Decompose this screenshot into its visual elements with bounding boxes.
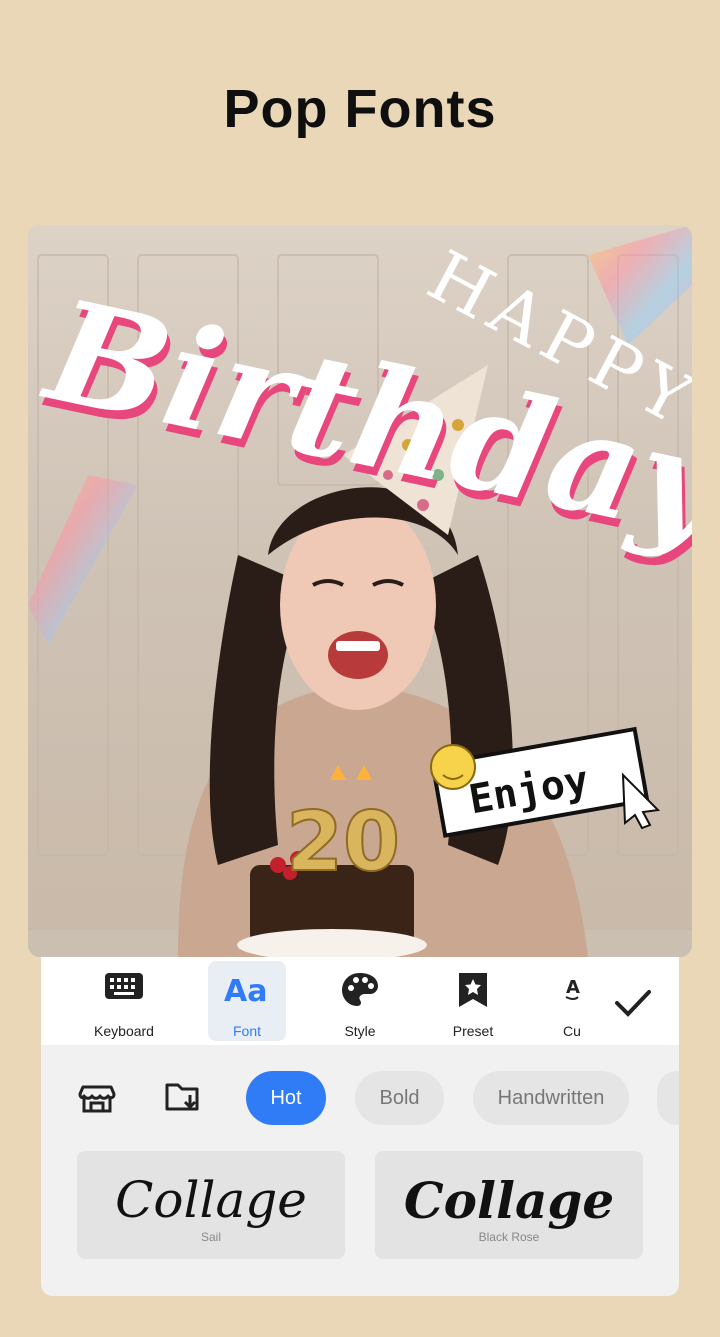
font-name: Sail	[200, 1230, 221, 1244]
font-name: Black Rose	[478, 1230, 540, 1244]
font-sample: Collage	[115, 1171, 307, 1229]
store-icon	[78, 1085, 116, 1113]
photo-canvas[interactable]: HAPPY Birthday Birthday 20 Enjoy	[28, 225, 692, 957]
star-bookmark-icon	[459, 973, 487, 1007]
chip-bold[interactable]: Bold	[355, 1071, 444, 1125]
tool-curve-label: Cu	[563, 1023, 581, 1039]
tool-style-label: Style	[344, 1023, 376, 1039]
confirm-button[interactable]	[609, 979, 657, 1027]
page-headline: Pop Fonts	[223, 79, 497, 139]
tool-font-label: Font	[232, 1023, 261, 1039]
svg-text:A: A	[566, 977, 580, 998]
curve-text-icon: A	[565, 977, 580, 1000]
text-editor-panel: Keyboard Aa Font Style Preset A Cu Hot B…	[41, 957, 679, 1296]
folder-download-icon	[165, 1083, 199, 1111]
chip-more[interactable]	[657, 1071, 679, 1125]
smiley-icon	[430, 744, 476, 790]
font-category-row: Hot Bold Handwritten	[41, 1067, 679, 1127]
candle-number: 20	[286, 795, 400, 890]
tool-preset-label: Preset	[452, 1023, 494, 1039]
tool-style[interactable]: Style	[321, 961, 399, 1041]
tool-preset[interactable]: Preset	[434, 961, 512, 1041]
palette-icon	[342, 973, 378, 1006]
font-icon: Aa	[224, 974, 267, 1007]
chip-hot[interactable]: Hot	[246, 1071, 326, 1125]
tool-keyboard-label: Keyboard	[94, 1023, 154, 1039]
font-store-button[interactable]	[77, 1077, 117, 1122]
editor-toolbar: Keyboard Aa Font Style Preset A Cu	[41, 957, 679, 1045]
rainbow-light-left	[28, 475, 138, 645]
tool-curve[interactable]: A Cu	[557, 961, 587, 1041]
chip-handwritten[interactable]: Handwritten	[473, 1071, 629, 1125]
checkmark-icon	[615, 990, 651, 1017]
tool-keyboard[interactable]: Keyboard	[85, 961, 163, 1041]
keyboard-icon	[105, 973, 143, 999]
svg-text:Aa: Aa	[224, 974, 267, 1007]
font-card-sail[interactable]: Collage Sail	[77, 1151, 345, 1259]
font-card-black-rose[interactable]: Collage Black Rose	[375, 1151, 643, 1259]
tool-font[interactable]: Aa Font	[208, 961, 286, 1041]
font-sample: Collage	[403, 1171, 615, 1230]
import-font-button[interactable]	[163, 1077, 203, 1122]
